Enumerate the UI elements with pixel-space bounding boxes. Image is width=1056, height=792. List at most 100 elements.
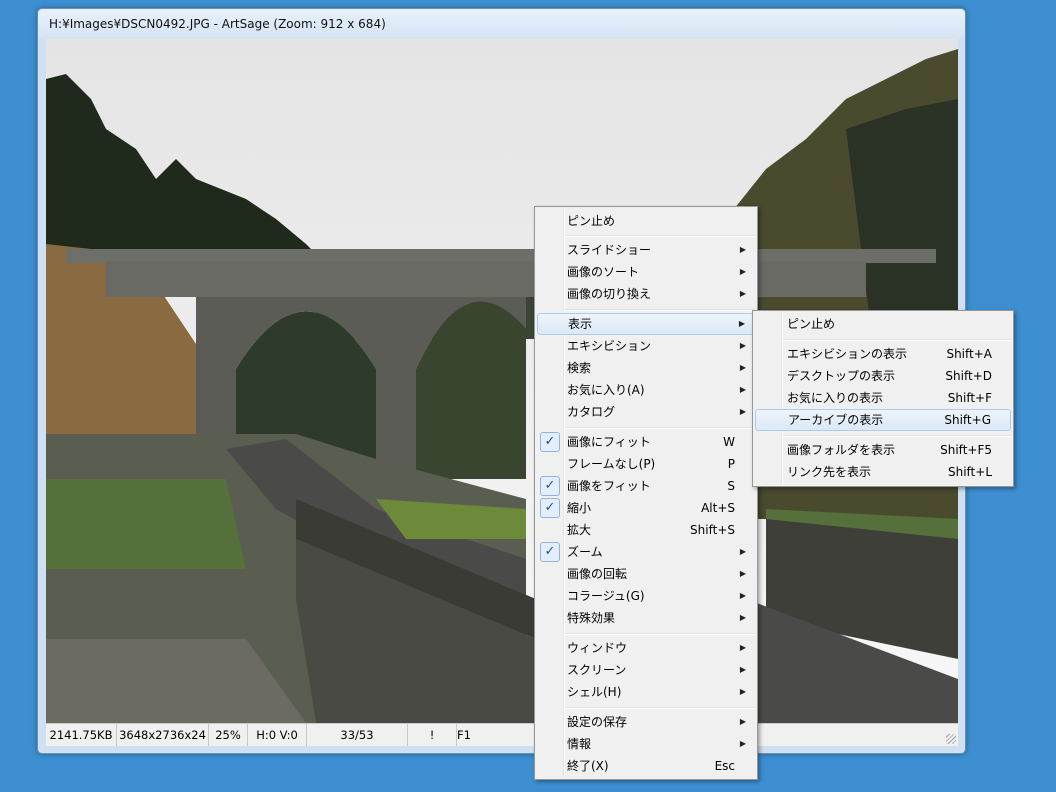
submenu-item-show-favorites[interactable]: お気に入りの表示 Shift+F [755,387,1011,409]
title-bar[interactable]: H:¥Images¥DSCN0492.JPG - ArtSage (Zoom: … [38,9,965,39]
menu-item-switch-image[interactable]: 画像の切り換え ▶ [537,283,755,305]
menu-item-label: アーカイブの表示 [788,413,884,427]
menu-item-label: ウィンドウ [567,641,628,655]
menu-item-fit-image[interactable]: ✓ 画像をフィット S [537,475,755,497]
context-menu: ピン止め スライドショー ▶ 画像のソート ▶ 画像の切り換え ▶ 表示 ▶ エキシビション ▶ 検索… [534,206,758,780]
menu-item-label: 画像の切り換え [567,287,652,301]
submenu-arrow-icon: ▶ [739,643,746,652]
menu-item-label: ズーム [567,545,603,559]
submenu-arrow-icon: ▶ [739,363,746,372]
menu-separator [565,633,755,635]
menu-item-label: エキシビションの表示 [787,347,908,361]
menu-separator [565,427,755,429]
submenu-arrow-icon: ▶ [739,245,746,254]
submenu-arrow-icon: ▶ [739,267,746,276]
status-image-index: 33/53 [307,724,408,746]
menu-item-exit[interactable]: 終了(X) Esc [537,755,755,777]
menu-item-catalog[interactable]: カタログ ▶ [537,401,755,423]
menu-separator [565,707,755,709]
menu-item-label: 画像のソート [567,265,640,279]
menu-item-shortcut: Esc [714,759,735,773]
status-dimensions: 3648x2736x24 [117,724,209,746]
submenu-item-show-exhibition[interactable]: エキシビションの表示 Shift+A [755,343,1011,365]
menu-item-label: お気に入り(A) [567,383,645,397]
status-flag: ! [408,724,457,746]
menu-item-label: スライドショー [567,243,652,257]
menu-item-sort[interactable]: 画像のソート ▶ [537,261,755,283]
submenu-arrow-icon: ▶ [739,385,746,394]
menu-item-slideshow[interactable]: スライドショー ▶ [537,239,755,261]
menu-item-label: 縮小 [567,501,592,515]
menu-item-shell[interactable]: シェル(H) ▶ [537,681,755,703]
menu-item-label: 画像にフィット [567,435,651,449]
menu-item-label: カタログ [567,405,616,419]
menu-separator [565,235,755,237]
menu-separator [565,309,755,311]
menu-item-label: 画像をフィット [567,479,651,493]
menu-item-effects[interactable]: 特殊効果 ▶ [537,607,755,629]
menu-item-shortcut: S [727,479,735,493]
menu-item-shortcut: W [723,435,735,449]
status-file-size: 2141.75KB [46,724,117,746]
submenu-item-show-archive[interactable]: アーカイブの表示 Shift+G [755,409,1011,431]
menu-item-exhibition[interactable]: エキシビション ▶ [537,335,755,357]
menu-item-info[interactable]: 情報 ▶ [537,733,755,755]
menu-item-label: 検索 [567,361,592,375]
checkmark-icon: ✓ [540,432,560,452]
menu-item-label: お気に入りの表示 [787,391,884,405]
menu-item-label: コラージュ(G) [567,589,645,603]
menu-item-shrink[interactable]: ✓ 縮小 Alt+S [537,497,755,519]
menu-item-rotate[interactable]: 画像の回転 ▶ [537,563,755,585]
resize-grip-icon[interactable] [946,734,956,744]
menu-item-shortcut: Shift+S [690,523,735,537]
menu-item-zoom[interactable]: ✓ ズーム ▶ [537,541,755,563]
menu-item-pin[interactable]: ピン止め [537,210,755,232]
submenu-arrow-icon: ▶ [739,569,746,578]
submenu-item-show-link-target[interactable]: リンク先を表示 Shift+L [755,461,1011,483]
menu-item-shortcut: Shift+D [945,369,992,383]
submenu-arrow-icon: ▶ [739,341,746,350]
submenu-item-pin[interactable]: ピン止め [755,313,1011,335]
menu-item-screen[interactable]: スクリーン ▶ [537,659,755,681]
menu-item-fit-to-image[interactable]: ✓ 画像にフィット W [537,431,755,453]
menu-item-shortcut: P [727,457,735,471]
submenu-arrow-icon: ▶ [739,591,746,600]
menu-item-shortcut: Alt+S [701,501,735,515]
menu-item-save-settings[interactable]: 設定の保存 ▶ [537,711,755,733]
menu-item-shortcut: Shift+G [944,413,991,427]
checkmark-icon: ✓ [540,476,560,496]
status-scroll-pos: H:0 V:0 [248,724,307,746]
submenu-item-show-desktop[interactable]: デスクトップの表示 Shift+D [755,365,1011,387]
status-zoom: 25% [209,724,248,746]
menu-item-view[interactable]: 表示 ▶ [537,313,755,335]
window-title: H:¥Images¥DSCN0492.JPG - ArtSage (Zoom: … [49,17,386,31]
status-help-key: F1 [457,728,471,742]
menu-item-frameless[interactable]: フレームなし(P) P [537,453,755,475]
menu-item-shortcut: Shift+F [947,391,992,405]
menu-item-shortcut: Shift+L [947,465,992,479]
menu-item-label: 設定の保存 [567,715,628,729]
menu-item-label: エキシビション [567,339,652,353]
status-bar: 2141.75KB 3648x2736x24 25% H:0 V:0 33/53… [46,723,958,746]
submenu-arrow-icon: ▶ [739,739,746,748]
menu-item-label: シェル(H) [567,685,622,699]
submenu-arrow-icon: ▶ [739,547,746,556]
submenu-arrow-icon: ▶ [739,613,746,622]
menu-item-enlarge[interactable]: 拡大 Shift+S [537,519,755,541]
menu-item-label: スクリーン [567,663,627,677]
menu-item-label: 特殊効果 [567,611,616,625]
menu-item-search[interactable]: 検索 ▶ [537,357,755,379]
submenu-item-show-image-folder[interactable]: 画像フォルダを表示 Shift+F5 [755,439,1011,461]
menu-item-collage[interactable]: コラージュ(G) ▶ [537,585,755,607]
menu-item-shortcut: Shift+F5 [940,443,992,457]
menu-item-label: フレームなし(P) [567,457,656,471]
menu-item-label: 画像の回転 [567,567,628,581]
submenu-arrow-icon: ▶ [739,717,746,726]
menu-item-label: ピン止め [567,214,616,228]
menu-item-label: デスクトップの表示 [787,369,896,383]
view-submenu: ピン止めエキシビションの表示 Shift+A デスクトップの表示 Shift+D お気に… [752,310,1014,487]
menu-item-favorites[interactable]: お気に入り(A) ▶ [537,379,755,401]
menu-item-window[interactable]: ウィンドウ ▶ [537,637,755,659]
submenu-arrow-icon: ▶ [739,289,746,298]
submenu-arrow-icon: ▶ [739,407,746,416]
